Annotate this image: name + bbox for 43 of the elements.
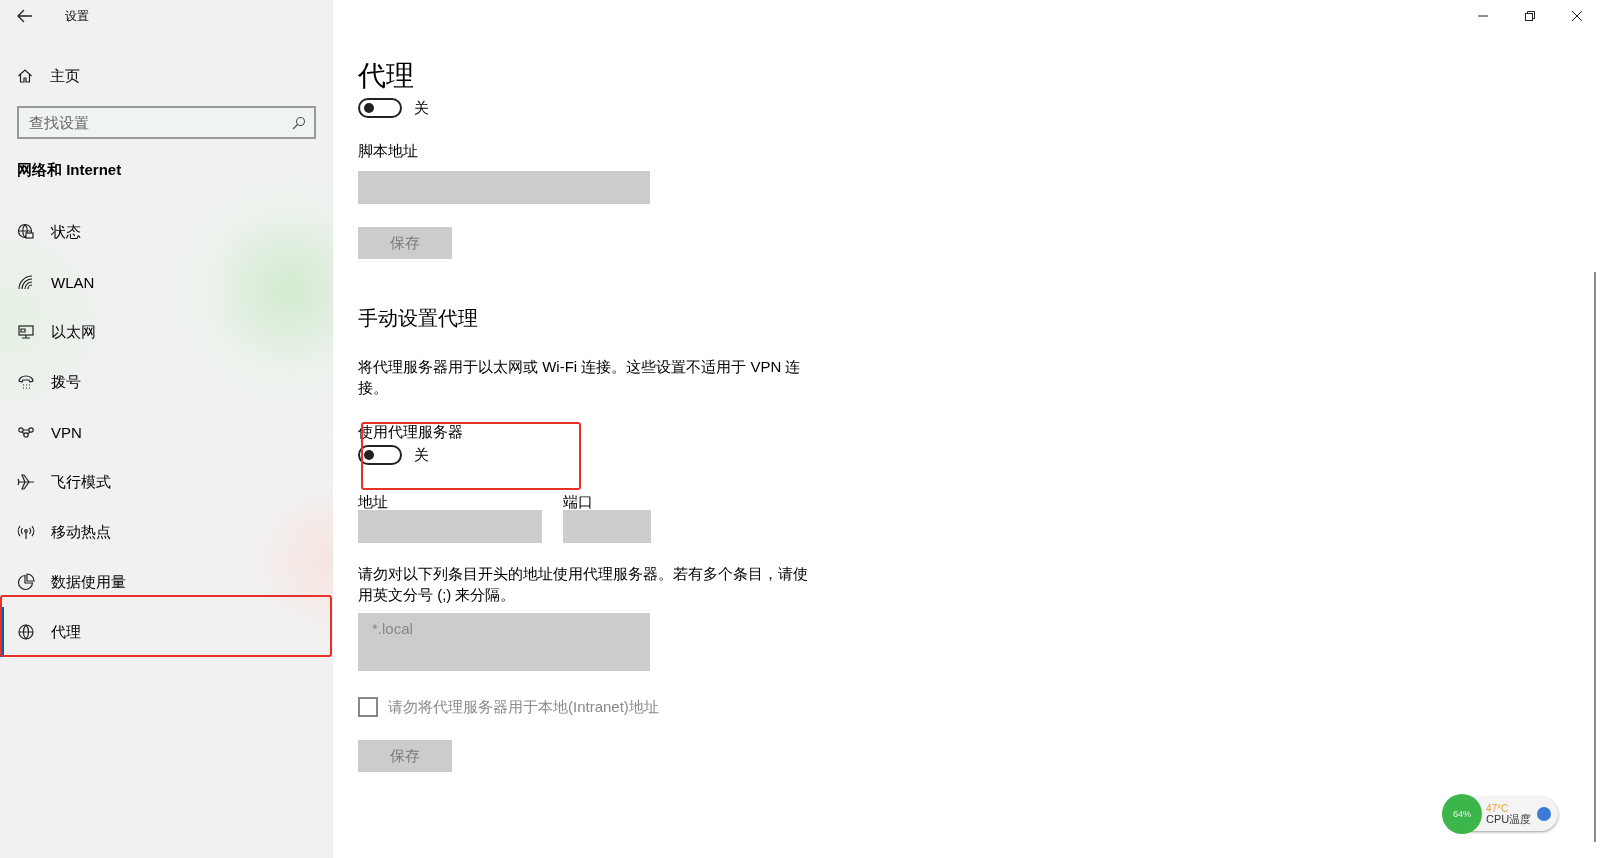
- nav-item[interactable]: WLAN: [0, 257, 333, 307]
- home-icon: [17, 68, 33, 84]
- antenna-icon: [17, 523, 35, 541]
- window-title: 设置: [65, 7, 89, 25]
- nav-item[interactable]: 以太网: [0, 307, 333, 357]
- close-icon: [1570, 10, 1583, 22]
- nav-item[interactable]: 拨号: [0, 357, 333, 407]
- widget-label: CPU温度: [1486, 814, 1532, 825]
- back-arrow-icon: [17, 9, 33, 23]
- field-label: 脚本地址: [358, 142, 418, 161]
- back-button[interactable]: [17, 9, 33, 23]
- toggle-switch[interactable]: [358, 98, 402, 118]
- airplane-icon: [17, 473, 35, 491]
- nav-item[interactable]: 代理: [0, 607, 333, 657]
- nav-item[interactable]: 状态: [0, 207, 333, 257]
- field-label: 端口: [563, 493, 594, 510]
- field-label: 地址: [358, 493, 389, 510]
- search-icon: [292, 116, 306, 130]
- globe-icon: [17, 623, 35, 641]
- toggle-state: 关: [414, 445, 429, 465]
- nav-item[interactable]: 数据使用量: [0, 557, 333, 607]
- toggle-switch[interactable]: [358, 445, 402, 465]
- section-heading: 网络和 Internet: [17, 161, 123, 180]
- pie-chart-icon: [17, 573, 35, 591]
- nav-item[interactable]: VPN: [0, 407, 333, 457]
- nav-item[interactable]: 飞行模式: [0, 457, 333, 507]
- checkbox-label: 请勿将代理服务器用于本地(Intranet)地址: [388, 697, 659, 717]
- description-text: 将代理服务器用于以太网或 Wi-Fi 连接。这些设置不适用于 VPN 连接。: [358, 357, 802, 398]
- usage-gauge: 64%: [1442, 794, 1482, 834]
- search-field[interactable]: 查找设置: [17, 106, 316, 139]
- home-link[interactable]: 主页: [17, 64, 333, 88]
- monitor-icon: [17, 323, 35, 341]
- wifi-icon: [17, 273, 35, 291]
- phone-icon: [17, 373, 35, 391]
- restore-icon: [1523, 10, 1536, 22]
- scrollbar[interactable]: [1594, 272, 1596, 842]
- globe-monitor-icon: [17, 223, 35, 241]
- toggle-state: 关: [414, 98, 429, 118]
- temperature-text: 47°C: [1486, 803, 1510, 814]
- description-text: 请勿对以下列条目开头的地址使用代理服务器。若有多个条目，请使用英文分号 (;) 来分隔。: [358, 564, 809, 605]
- nav-item[interactable]: 移动热点: [0, 507, 333, 557]
- section-heading: 手动设置代理: [358, 306, 478, 331]
- page-title: 代理: [358, 59, 414, 93]
